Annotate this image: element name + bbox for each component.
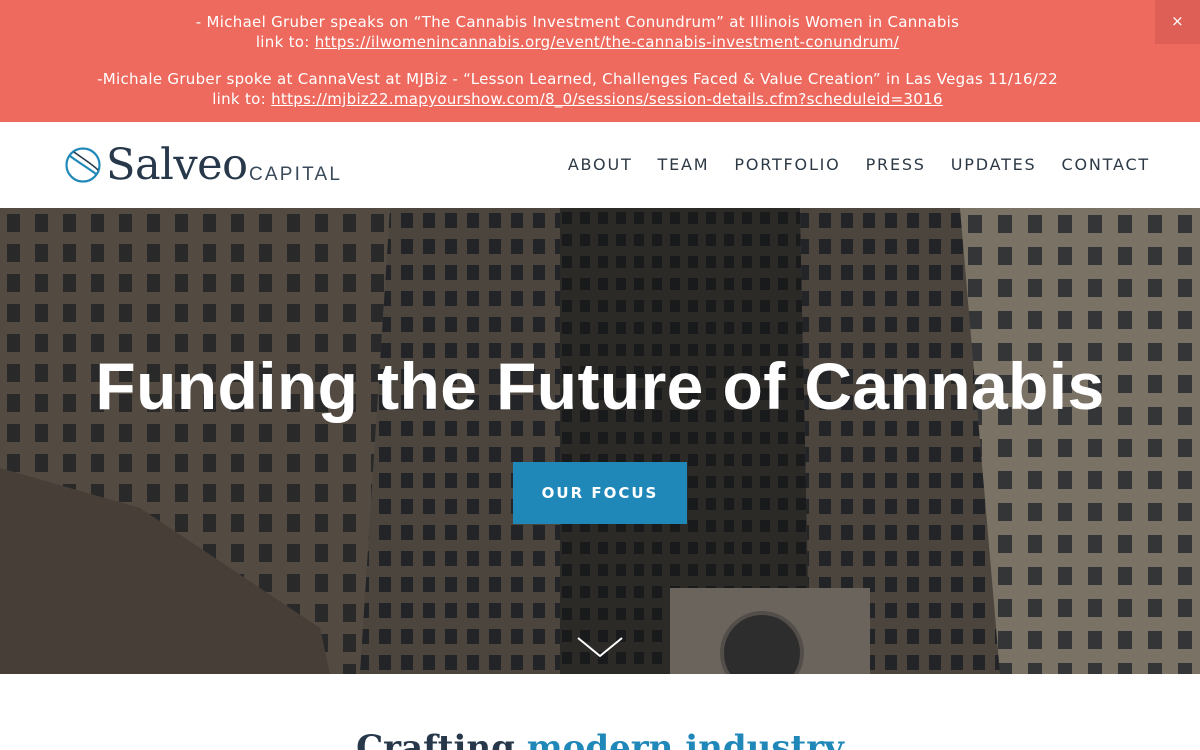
section-heading: Crafting modern industry: [0, 728, 1200, 750]
heading-accent: modern industry: [526, 728, 844, 750]
announcement-text: -Michale Gruber spoke at CannaVest at MJ…: [97, 70, 1058, 88]
announcement-item-1: - Michael Gruber speaks on “The Cannabis…: [0, 12, 1155, 52]
nav-about[interactable]: ABOUT: [568, 155, 633, 174]
our-focus-button[interactable]: OUR FOCUS: [513, 462, 687, 524]
main-nav: ABOUT TEAM PORTFOLIO PRESS UPDATES CONTA…: [543, 155, 1150, 174]
announcement-link-row: link to: https://mjbiz22.mapyourshow.com…: [0, 89, 1155, 109]
announcement-text: - Michael Gruber speaks on “The Cannabis…: [195, 13, 960, 31]
hero-overlay: [0, 208, 1200, 674]
chevron-down-icon[interactable]: [576, 636, 624, 660]
announcement-item-2: -Michale Gruber spoke at CannaVest at MJ…: [0, 69, 1155, 109]
hero-section: Funding the Future of Cannabis OUR FOCUS: [0, 208, 1200, 674]
logo-wordmark: Salveo: [106, 140, 248, 190]
nav-team[interactable]: TEAM: [658, 155, 710, 174]
logo-subtitle: CAPITAL: [249, 164, 343, 185]
heading-text: Crafting: [356, 728, 527, 750]
link-prefix: link to:: [212, 90, 272, 108]
logo-mark-icon: [65, 147, 101, 183]
announcement-banner: - Michael Gruber speaks on “The Cannabis…: [0, 0, 1200, 122]
announcement-link[interactable]: https://ilwomenincannabis.org/event/the-…: [315, 33, 899, 51]
site-header: Salveo CAPITAL ABOUT TEAM PORTFOLIO PRES…: [0, 122, 1200, 208]
announcement-link[interactable]: https://mjbiz22.mapyourshow.com/8_0/sess…: [271, 90, 943, 108]
hero-title: Funding the Future of Cannabis: [95, 349, 1105, 423]
nav-press[interactable]: PRESS: [866, 155, 926, 174]
link-prefix: link to:: [255, 33, 315, 51]
nav-contact[interactable]: CONTACT: [1062, 155, 1150, 174]
announcement-link-row: link to: https://ilwomenincannabis.org/e…: [0, 32, 1155, 52]
banner-close-button[interactable]: ×: [1155, 0, 1200, 44]
nav-updates[interactable]: UPDATES: [951, 155, 1037, 174]
nav-portfolio[interactable]: PORTFOLIO: [734, 155, 840, 174]
